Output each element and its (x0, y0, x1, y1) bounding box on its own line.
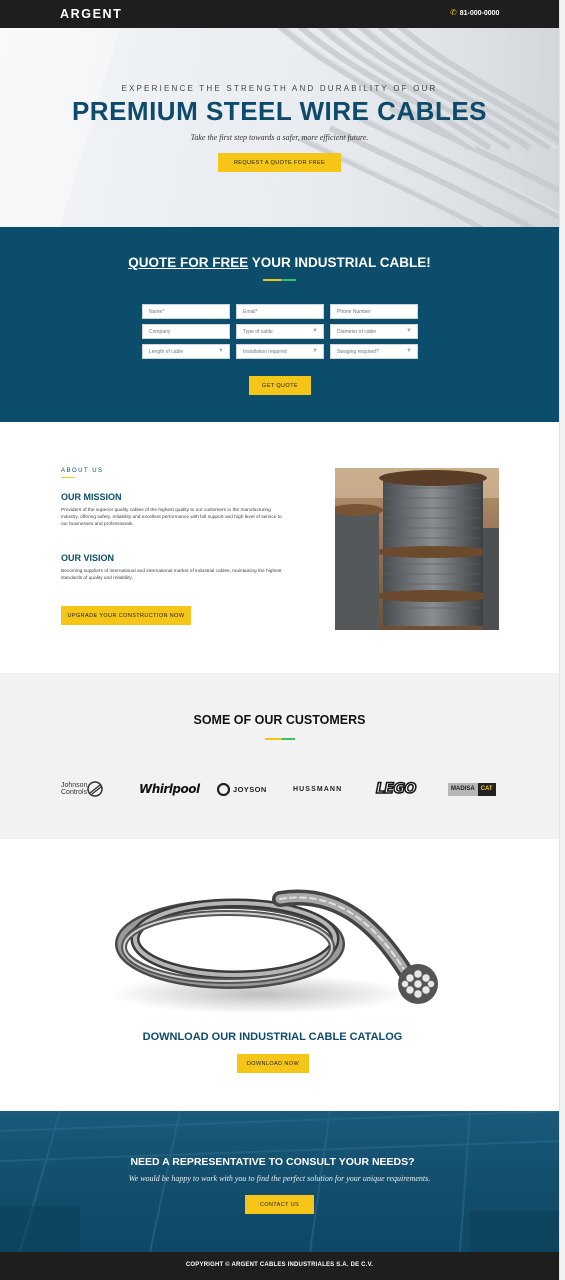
vision-heading: OUR VISION (61, 553, 115, 563)
joyson-mark-icon (217, 782, 230, 796)
chevron-down-icon: ▼ (406, 348, 412, 354)
quote-title-highlight: QUOTE FOR FREE (128, 255, 249, 270)
email-field[interactable]: Email* (236, 304, 324, 319)
johnson-controls-line2: Controls (61, 789, 88, 796)
quote-title: QUOTE FOR FREE YOUR INDUSTRIAL CABLE! (0, 255, 559, 270)
cable-spools-image (335, 468, 499, 630)
steel-cable-coil-image (110, 889, 438, 1014)
joyson-logo-text: JOYSON (233, 784, 267, 794)
cable-type-select[interactable]: Type of cable ▼ (236, 324, 324, 339)
chevron-down-icon: ▼ (312, 328, 318, 334)
cat-badge: CAT (477, 782, 496, 796)
johnson-controls-line1: Johnson (61, 782, 88, 789)
swaging-placeholder: Swaging required? (337, 348, 379, 355)
cable-diameter-placeholder: Diameter of cable (337, 328, 377, 335)
company-field[interactable]: Company (142, 324, 230, 339)
mission-text: Providers of the superior quality cables… (61, 508, 282, 527)
joyson-logo: JOYSON (217, 778, 267, 800)
steel-rope-background-image (0, 28, 559, 227)
contact-us-button[interactable]: CONTACT US (245, 1195, 314, 1214)
hero-title: PREMIUM STEEL WIRE CABLES (71, 96, 488, 126)
title-divider (263, 279, 296, 281)
quote-title-rest: YOUR INDUSTRIAL CABLE! (248, 255, 431, 270)
name-field-placeholder: Name* (149, 308, 165, 315)
whirlpool-logo: Whirlpool (139, 778, 200, 800)
top-nav-bar: ARGENT ✆ 81-000-0000 (0, 0, 559, 28)
landing-page: ARGENT ✆ 81-000-0000 EXPERIENCE THE STRE… (0, 0, 559, 1280)
copyright-text: COPYRIGHT © ARGENT CABLES INDUSTRIALES S… (185, 1262, 374, 1268)
vision-text: Becoming suppliers of international and … (61, 569, 282, 581)
title-divider (265, 738, 295, 740)
contact-subtitle: We would be happy to work with you to fi… (128, 1174, 431, 1183)
name-field[interactable]: Name* (142, 304, 230, 319)
swaging-select[interactable]: Swaging required? ▼ (330, 344, 418, 359)
chevron-down-icon: ▼ (218, 348, 224, 354)
cable-type-placeholder: Type of cable (243, 328, 273, 335)
phone-field-placeholder: Phone Number (337, 308, 371, 315)
contact-section: NEED A REPRESENTATIVE TO CONSULT YOUR NE… (0, 1111, 559, 1252)
phone-link[interactable]: ✆ 81-000-0000 (450, 9, 499, 17)
cable-diameter-select[interactable]: Diameter of cable ▼ (330, 324, 418, 339)
madisa-logo-text: MADISA (448, 782, 478, 796)
lego-logo-text: LEGO (375, 780, 417, 798)
about-tag-underline (61, 477, 75, 478)
hussmann-logo: HUSSMANN (293, 778, 342, 800)
whirlpool-logo-text: Whirlpool (139, 782, 200, 796)
customers-section: SOME OF OUR CUSTOMERS Johnson Controls W… (0, 673, 559, 839)
hero-section: EXPERIENCE THE STRENGTH AND DURABILITY O… (0, 28, 559, 227)
lego-logo: LEGO (375, 778, 417, 800)
hussmann-logo-text: HUSSMANN (293, 785, 343, 793)
contact-title: NEED A REPRESENTATIVE TO CONSULT YOUR NE… (130, 1156, 415, 1168)
cable-length-select[interactable]: Length of cable ▼ (142, 344, 230, 359)
request-quote-button[interactable]: REQUEST A QUOTE FOR FREE (218, 153, 341, 172)
company-field-placeholder: Company (149, 328, 171, 335)
scrollbar[interactable] (559, 0, 565, 1280)
quote-section: QUOTE FOR FREE YOUR INDUSTRIAL CABLE! Na… (0, 227, 559, 422)
installation-placeholder: Installation required (243, 348, 287, 355)
hero-tagline: EXPERIENCE THE STRENGTH AND DURABILITY O… (121, 84, 438, 93)
footer: COPYRIGHT © ARGENT CABLES INDUSTRIALES S… (0, 1252, 559, 1280)
chevron-down-icon: ▼ (406, 328, 412, 334)
chevron-down-icon: ▼ (312, 348, 318, 354)
brand-logo[interactable]: ARGENT (60, 7, 122, 21)
cable-length-placeholder: Length of cable (149, 348, 184, 355)
about-section: ABOUT US OUR MISSION Providers of the su… (0, 422, 559, 673)
about-tag: ABOUT US (61, 468, 104, 474)
catalog-title: DOWNLOAD OUR INDUSTRIAL CABLE CATALOG (142, 1031, 403, 1043)
johnson-controls-logo: Johnson Controls (61, 778, 113, 800)
catalog-section: DOWNLOAD OUR INDUSTRIAL CABLE CATALOG DO… (0, 839, 559, 1111)
email-field-placeholder: Email* (243, 308, 258, 315)
download-catalog-button[interactable]: DOWNLOAD NOW (237, 1054, 309, 1073)
customers-title: SOME OF OUR CUSTOMERS (193, 713, 366, 727)
madisa-cat-logo: MADISA CAT (448, 778, 496, 800)
hero-subtitle: Take the first step towards a safer, mor… (190, 133, 369, 142)
get-quote-button[interactable]: GET QUOTE (249, 376, 311, 395)
phone-icon: ✆ (450, 8, 457, 17)
phone-field[interactable]: Phone Number (330, 304, 418, 319)
installation-select[interactable]: Installation required ▼ (236, 344, 324, 359)
johnson-controls-mark-icon (87, 781, 104, 797)
mission-heading: OUR MISSION (61, 492, 122, 502)
upgrade-construction-button[interactable]: UPGRADE YOUR CONSTRUCTION NOW (61, 606, 191, 625)
phone-number: 81-000-0000 (459, 9, 500, 17)
